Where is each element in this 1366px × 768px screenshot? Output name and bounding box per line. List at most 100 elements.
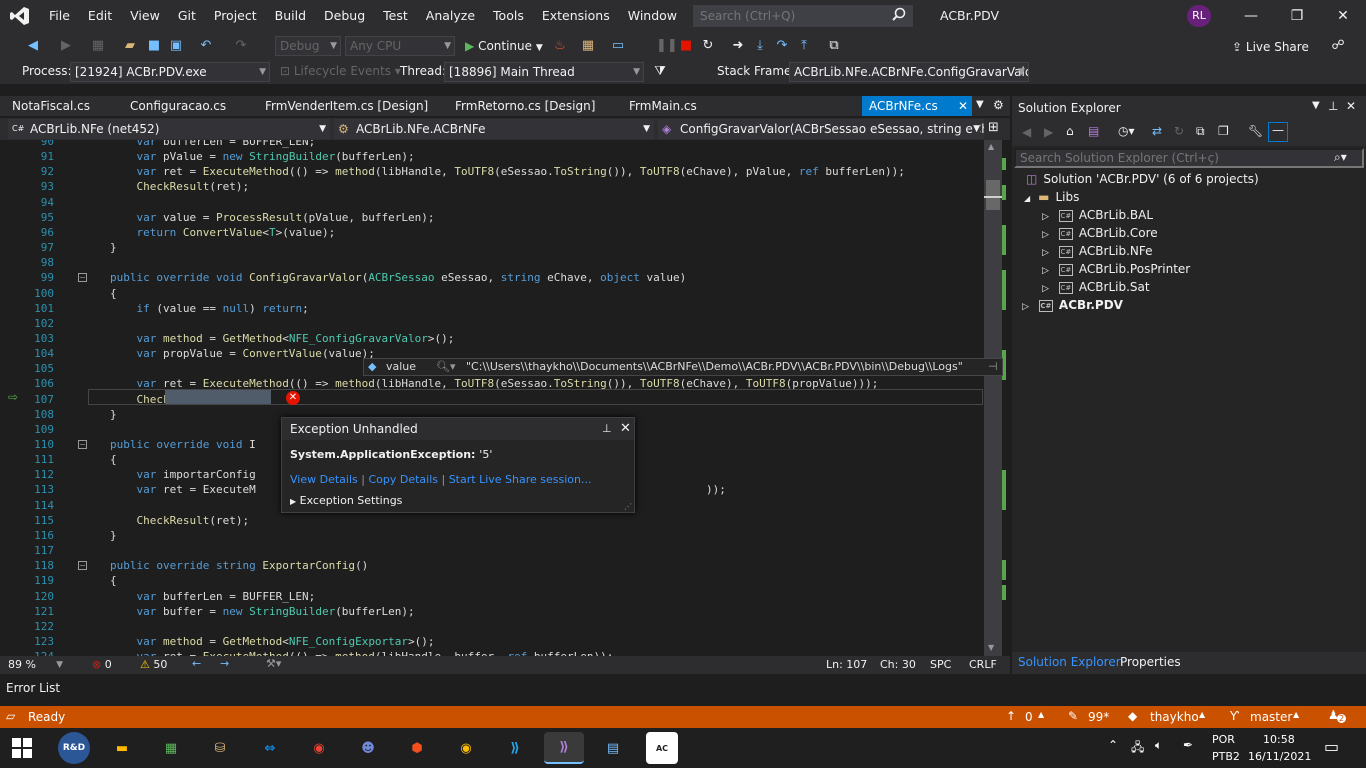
save-all-icon[interactable]: ▣	[168, 38, 184, 54]
restart-icon[interactable]: ↻	[700, 38, 716, 54]
collapse-toggle-icon[interactable]: −	[78, 440, 87, 449]
collapse-toggle-icon[interactable]: −	[78, 273, 87, 283]
switch-views-icon[interactable]: ▤	[1088, 124, 1099, 138]
visual-studio-logo-icon[interactable]	[0, 0, 40, 32]
clock-time[interactable]: 10:58	[1263, 733, 1295, 746]
collapse-all-icon[interactable]: ⧉	[1196, 124, 1205, 139]
close-icon[interactable]: ✕	[620, 421, 631, 436]
thread-dropdown[interactable]: [18896] Main Thread ▼	[444, 62, 644, 82]
live-share-button[interactable]: ⇪ Live Share	[1232, 40, 1309, 54]
changes-count[interactable]: 99*	[1088, 710, 1109, 724]
r-and-d-app-icon[interactable]: R&D	[58, 732, 90, 764]
back-icon[interactable]: ◀	[1022, 125, 1031, 139]
nav-back-icon[interactable]: ←	[192, 657, 201, 670]
menu-edit[interactable]: Edit	[79, 0, 121, 32]
copy-details-link[interactable]: Copy Details	[368, 473, 438, 486]
lifecycle-events-button[interactable]: ⊡ Lifecycle Events ▾	[280, 64, 401, 78]
menu-window[interactable]: Window	[619, 0, 686, 32]
tab-frmmain[interactable]: FrmMain.cs	[617, 96, 862, 116]
vscode-icon[interactable]: ⟫	[499, 732, 531, 764]
column-indicator[interactable]: Ch: 30	[880, 658, 916, 671]
tab-acbrnfe[interactable]: ACBrNFe.cs ✕	[862, 96, 972, 116]
menu-build[interactable]: Build	[266, 0, 315, 32]
zoom-dropdown[interactable]: 89 % ▼	[4, 656, 66, 674]
teamviewer-icon[interactable]: ⇔	[254, 732, 286, 764]
vertical-scrollbar[interactable]: ▲ ▼	[984, 140, 1002, 656]
browse-icon[interactable]: ▦	[580, 38, 596, 54]
tab-configuracao[interactable]: Configuracao.cs	[118, 96, 253, 116]
collapse-toggle-icon[interactable]: −	[78, 561, 87, 571]
forward-icon[interactable]: ▶	[1044, 125, 1053, 139]
start-windows-icon[interactable]	[12, 738, 32, 761]
open-folder-icon[interactable]: ▰	[122, 38, 138, 54]
figma-icon[interactable]: ⬢	[401, 732, 433, 764]
menu-extensions[interactable]: Extensions	[533, 0, 619, 32]
configuration-dropdown[interactable]: Debug ▼	[275, 36, 341, 56]
sync-icon[interactable]: ⇄	[1152, 124, 1162, 138]
show-all-files-icon[interactable]: ❐	[1218, 124, 1229, 138]
keyboard-layout[interactable]: PTB2	[1212, 750, 1240, 763]
show-next-statement-icon[interactable]: ➜	[730, 38, 746, 54]
hex-icon[interactable]: ⧉	[826, 38, 842, 54]
pen-icon[interactable]: ✒	[1183, 738, 1193, 752]
code-cleanup-icon[interactable]: ⚒▾	[266, 657, 281, 670]
home-icon[interactable]: ⌂	[1066, 124, 1074, 138]
error-icon[interactable]: ✕	[286, 391, 300, 405]
filter-icon[interactable]: ⧩	[652, 64, 668, 80]
line-ending-indicator[interactable]: CRLF	[969, 658, 997, 671]
forward-icon[interactable]: ▶	[58, 38, 74, 54]
pin-icon[interactable]: ⊥	[602, 422, 612, 435]
project-acbr-pdv[interactable]: ▷ C# ACBr.PDV	[1022, 298, 1123, 312]
spreadsheet-app-icon[interactable]: ▦	[155, 732, 187, 764]
tab-properties[interactable]: Properties	[1120, 655, 1181, 669]
stack-frame-dropdown[interactable]: ACBrLib.NFe.ACBrNFe.ConfigGravarValor ▼	[789, 62, 1029, 82]
search-input[interactable]	[693, 5, 913, 27]
view-details-link[interactable]: View Details	[290, 473, 358, 486]
solution-search-input[interactable]	[1014, 148, 1364, 168]
close-icon[interactable]: ✕	[1320, 0, 1366, 32]
window-app-icon[interactable]: ▤	[597, 732, 629, 764]
git-user[interactable]: thaykho	[1150, 710, 1199, 724]
member-dropdown[interactable]: ◈ ConfigGravarValor(ACBrSessao eSessao, s…	[658, 119, 984, 139]
project-acbrlib-core[interactable]: ▷ C# ACBrLib.Core	[1042, 226, 1158, 240]
platform-dropdown[interactable]: Any CPU ▼	[345, 36, 455, 56]
step-out-icon[interactable]: ⤒	[796, 38, 812, 54]
tab-frmvenderitem-design[interactable]: FrmVenderItem.cs [Design]	[253, 96, 443, 116]
nav-forward-icon[interactable]: →	[220, 657, 229, 670]
back-icon[interactable]: ◀	[25, 38, 41, 54]
settings-gear-icon[interactable]: ⚙	[993, 98, 1004, 112]
menu-git[interactable]: Git	[169, 0, 205, 32]
menu-file[interactable]: File	[40, 0, 79, 32]
undo-icon[interactable]: ↶	[198, 38, 214, 54]
visual-studio-taskbar-icon[interactable]: ⟫	[544, 732, 584, 764]
magnifier-icon[interactable]: 🔍︎▾	[436, 359, 456, 375]
step-into-icon[interactable]: ⤓	[752, 38, 768, 54]
pin-icon[interactable]: ⊣	[988, 359, 998, 375]
git-up-icon[interactable]: ↑	[1006, 709, 1016, 723]
screen-icon[interactable]: ▭	[610, 38, 626, 54]
menu-tools[interactable]: Tools	[484, 0, 533, 32]
projeto-acbr-icon[interactable]: AC	[646, 732, 678, 764]
live-share-link[interactable]: Start Live Share session...	[449, 473, 592, 486]
resize-grip-icon[interactable]: ⋰	[624, 502, 632, 511]
feedback-icon[interactable]: ☍	[1330, 38, 1346, 54]
pin-icon[interactable]: ⊥	[1328, 99, 1338, 113]
whitespace-indicator[interactable]: SPC	[930, 658, 951, 671]
error-count[interactable]: ⊗ 0	[92, 658, 112, 671]
datatip-value[interactable]: "C:\\Users\\thaykho\\Documents\\ACBrNFe\…	[466, 359, 963, 375]
properties-wrench-icon[interactable]: 🔧︎	[1248, 124, 1263, 138]
search-icon[interactable]: ⌕▾	[1334, 150, 1347, 165]
folder-libs[interactable]: ◢ ▬ Libs	[1024, 190, 1079, 204]
scroll-down-icon[interactable]: ▼	[988, 643, 994, 652]
close-tab-icon[interactable]: ✕	[958, 96, 968, 116]
repo-icon[interactable]: ◆	[1128, 709, 1137, 723]
project-acbrlib-posprinter[interactable]: ▷ C# ACBrLib.PosPrinter	[1042, 262, 1190, 276]
branch-icon[interactable]: Ƴ	[1230, 709, 1239, 723]
redo-icon[interactable]: ↷	[233, 38, 249, 54]
menu-project[interactable]: Project	[205, 0, 266, 32]
stop-icon[interactable]: ■	[678, 38, 694, 54]
refresh-icon[interactable]: ↻	[1174, 124, 1184, 138]
chevron-up-icon[interactable]: ⌃	[1108, 738, 1118, 752]
project-acbrlib-bal[interactable]: ▷ C# ACBrLib.BAL	[1042, 208, 1153, 222]
tab-frmretorno-design[interactable]: FrmRetorno.cs [Design]	[443, 96, 617, 116]
